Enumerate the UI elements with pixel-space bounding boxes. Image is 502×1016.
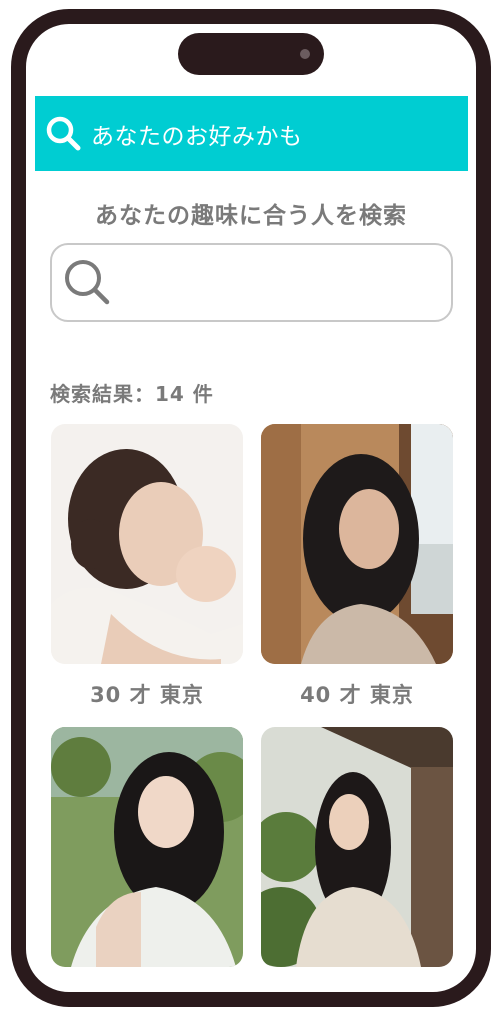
result-count: 検索結果：14 件	[50, 382, 214, 406]
banner-label: あなたのお好みかも	[91, 123, 303, 150]
search-heading: あなたの趣味に合う人を検索	[95, 203, 407, 229]
profile-photo[interactable]	[261, 424, 453, 664]
recommendation-banner[interactable]: あなたのお好みかも	[35, 96, 468, 171]
profile-photo[interactable]	[51, 424, 243, 664]
profile-caption: 40 才 東京	[300, 683, 414, 707]
profile-photo[interactable]	[261, 727, 453, 967]
camera-icon	[300, 49, 310, 59]
search-icon	[46, 116, 81, 150]
profile-caption: 30 才 東京	[90, 683, 204, 707]
profile-photo[interactable]	[51, 727, 243, 967]
search-input[interactable]	[50, 243, 453, 322]
search-icon	[65, 259, 110, 304]
phone-notch	[178, 33, 324, 75]
